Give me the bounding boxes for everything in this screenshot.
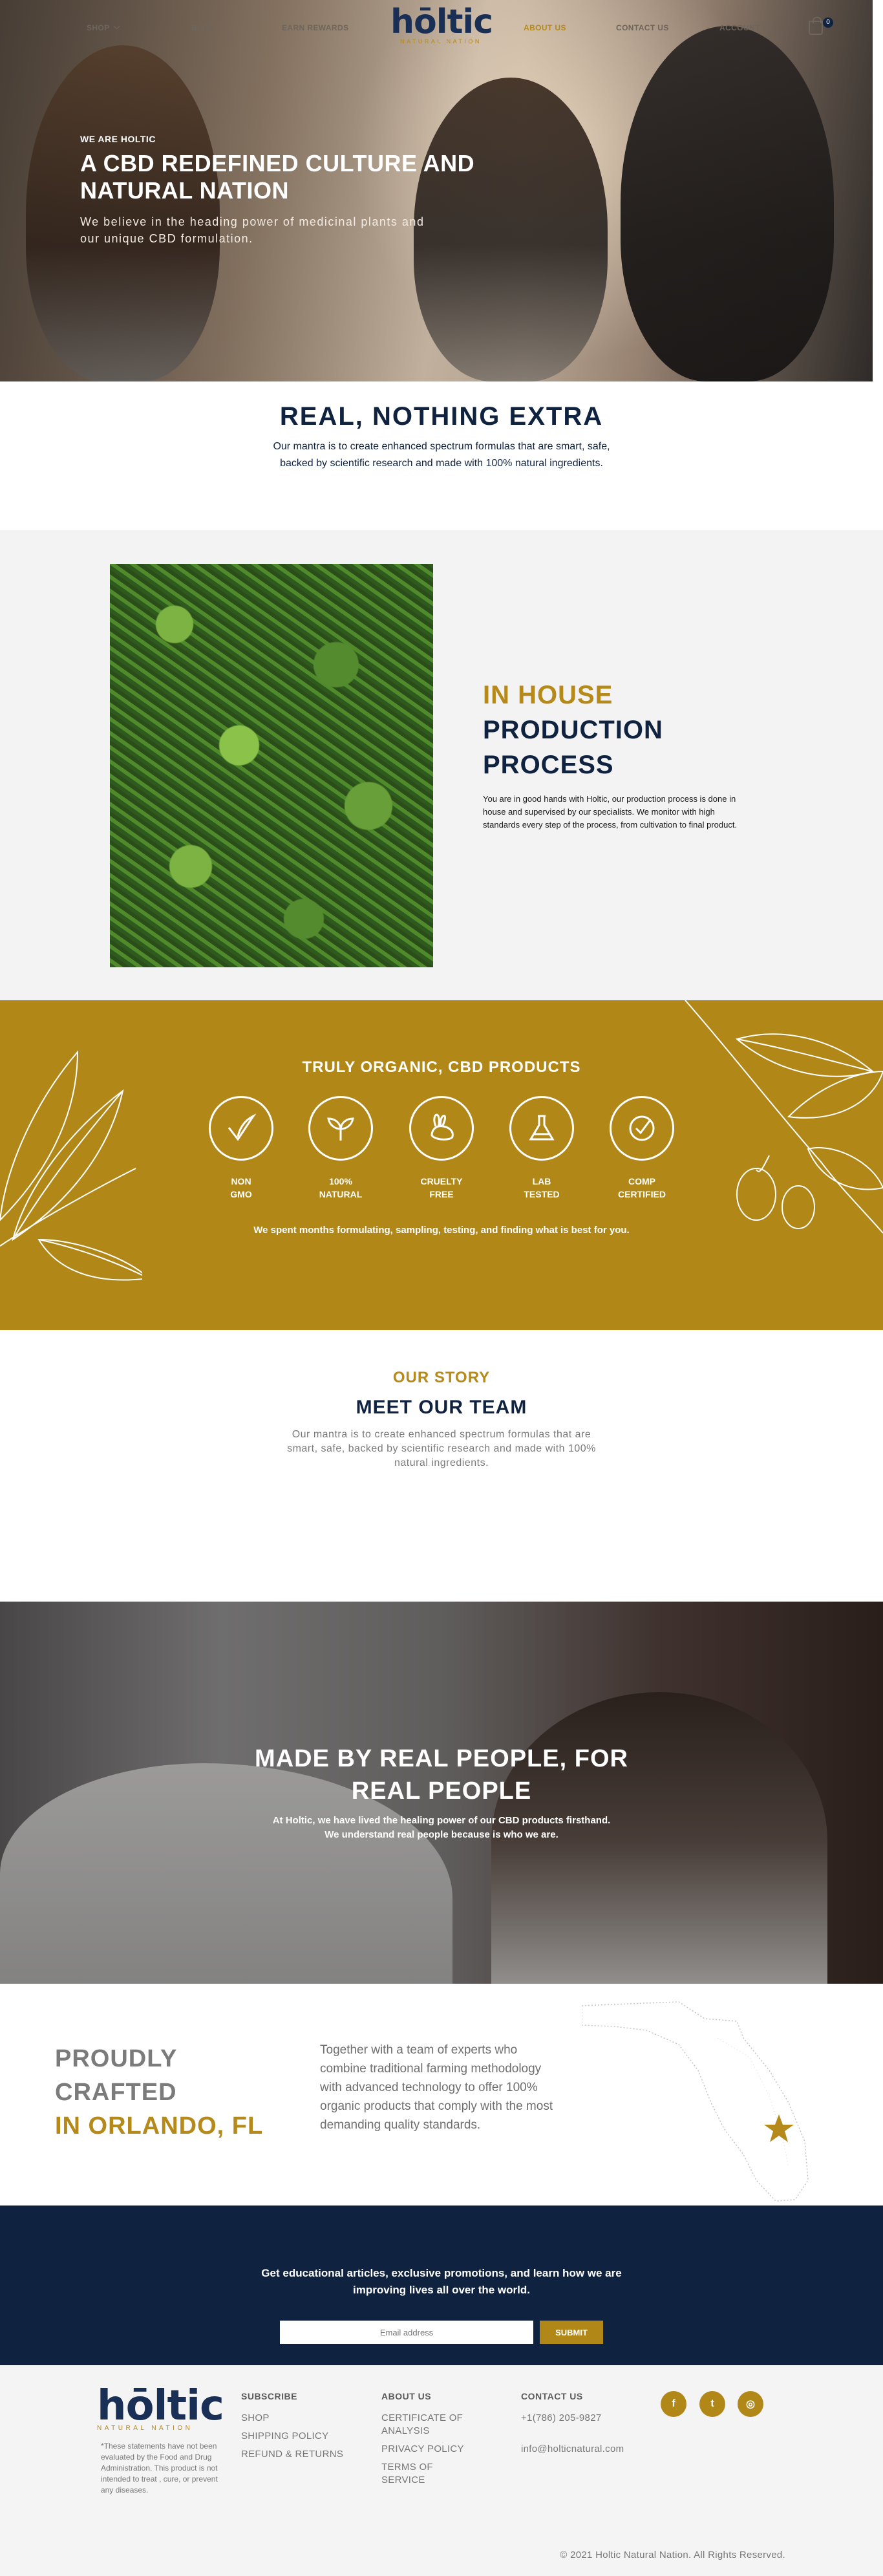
footer-link-refund[interactable]: REFUND & RETURNS [241,2448,343,2461]
badge-line2: CERTIFIED [618,1189,666,1199]
nav-shop-label: SHOP [87,23,110,32]
badge-circle [308,1096,373,1161]
footer-heading: ABOUT US [381,2391,432,2401]
badge-lab-tested: LAB TESTED [509,1096,574,1201]
real-title: REAL, NOTHING EXTRA [279,402,604,431]
footer-col-contact: CONTACT US +1(786) 205-9827 info@holticn… [521,2391,624,2461]
cart-icon[interactable] [809,17,823,35]
footer-link-terms[interactable]: TERMS OF SERVICE [381,2461,478,2487]
people-text: At Holtic, we have lived the healing pow… [272,1815,611,1840]
hero-text: We believe in the heading power of medic… [80,215,425,245]
nav-account[interactable]: ACCOUNT [719,23,771,32]
footer-link-certificate[interactable]: CERTIFICATE OF ANALYSIS [381,2412,478,2438]
sprout-icon [327,1117,354,1141]
check-leaf-icon [228,1113,257,1141]
footer-heading: CONTACT US [521,2391,583,2401]
footer-col-subscribe: SUBSCRIBE SHOP SHIPPING POLICY REFUND & … [241,2391,343,2466]
organic-title: TRULY ORGANIC, CBD PRODUCTS [302,1058,581,1076]
story-text: Our mantra is to create enhanced spectru… [287,1429,596,1468]
footer-link-privacy[interactable]: PRIVACY POLICY [381,2443,478,2456]
badge-label: CRUELTY FREE [409,1175,474,1201]
orlando-text: Together with a team of experts who comb… [320,2043,553,2132]
logo-wordmark: hōltic [97,2382,224,2430]
badge-line1: COMP [628,1176,655,1186]
nav-blog[interactable]: BLOG [191,23,215,32]
footer-phone-link[interactable]: +1(786) 205-9827 [521,2412,624,2425]
orlando-star-icon [764,2114,794,2142]
florida-map-icon [582,2001,809,2202]
inhouse-section: IN HOUSE PRODUCTION PROCESS You are in g… [0,530,883,1000]
inhouse-text: You are in good hands with Holtic, our p… [483,794,738,830]
footer-logo[interactable]: hōltic NATURAL NATION [97,2382,224,2432]
badge-line1: CRUELTY [420,1176,463,1186]
flask-icon [529,1115,555,1141]
olive-branch-right [685,1000,883,1234]
inhouse-title-main: PRODUCTION PROCESS [483,716,663,779]
logo[interactable]: hōltic NATURAL NATION [390,3,493,45]
nav-shop[interactable]: SHOP [87,23,120,32]
badge-line1: LAB [532,1176,551,1186]
logo-wordmark: hōltic [390,3,493,41]
facebook-icon[interactable]: f [661,2391,686,2417]
footer: hōltic NATURAL NATION *These statements … [0,2365,883,2576]
badge-line1: NON [231,1176,251,1186]
nav-earn-rewards[interactable]: EARN REWARDS [282,23,348,32]
badge-line1: 100% [329,1176,352,1186]
main-nav: SHOP BLOG EARN REWARDS hōltic NATURAL NA… [0,0,873,58]
people-title: MADE BY REAL PEOPLE, FOR REAL PEOPLE [255,1745,628,1805]
chevron-down-icon [763,23,771,30]
hero-eyebrow: WE ARE HOLTIC [80,134,156,144]
chevron-down-icon [113,23,120,30]
story-title: MEET OUR TEAM [356,1397,527,1418]
footer-email-link[interactable]: info@holticnatural.com [521,2443,624,2456]
hero-section: SHOP BLOG EARN REWARDS hōltic NATURAL NA… [0,0,873,381]
footer-link-shipping[interactable]: SHIPPING POLICY [241,2430,343,2443]
badge-circle [209,1096,273,1161]
rabbit-icon [431,1113,454,1141]
badge-non-gmo: NON GMO [209,1096,273,1201]
badge-line2: GMO [230,1189,252,1199]
cannabis-field-image [110,564,433,967]
organic-section: TRULY ORGANIC, CBD PRODUCTS NON GMO 100% N… [0,1000,883,1330]
organic-text: We spent months formulating, sampling, t… [253,1225,630,1236]
submit-button[interactable]: SUBMIT [540,2321,603,2344]
certified-check-icon [629,1115,655,1141]
badge-circle [409,1096,474,1161]
badge-cruelty-free: CRUELTY FREE [409,1096,474,1201]
nav-about-us[interactable]: ABOUT US [524,23,566,32]
real-text: Our mantra is to create enhanced spectru… [273,441,610,469]
newsletter-section: Get educational articles, exclusive prom… [0,2206,883,2365]
badge-circle [610,1096,674,1161]
nav-contact-us[interactable]: CONTACT US [616,23,669,32]
footer-col-about: ABOUT US CERTIFICATE OF ANALYSIS PRIVACY… [381,2391,478,2492]
twitter-icon[interactable]: t [699,2391,725,2417]
badge-label: LAB TESTED [509,1175,574,1201]
logo-tagline: NATURAL NATION [400,38,482,45]
badge-natural: 100% NATURAL [308,1096,373,1201]
newsletter-text: Get educational articles, exclusive prom… [261,2267,622,2296]
orlando-line3: IN ORLANDO, FL [55,2112,264,2140]
hero-title: A CBD REDEFINED CULTURE AND NATURAL NATI… [80,150,475,204]
story-eyebrow: OUR STORY [392,1369,491,1386]
orlando-line2: CRAFTED [55,2079,177,2106]
footer-heading: SUBSCRIBE [241,2391,297,2401]
badge-label: 100% NATURAL [308,1175,373,1201]
badge-line2: TESTED [524,1189,560,1199]
real-people-section: MADE BY REAL PEOPLE, FOR REAL PEOPLE At … [0,1602,883,1984]
instagram-icon[interactable]: ◎ [738,2391,763,2417]
inhouse-title-accent: IN HOUSE [483,681,613,709]
badge-line2: NATURAL [319,1189,363,1199]
badge-circle [509,1096,574,1161]
fda-disclaimer: *These statements have not been evaluate… [101,2442,218,2495]
badge-label: COMP CERTIFIED [610,1175,674,1201]
badge-label: NON GMO [209,1175,273,1201]
orlando-line1: PROUDLY [55,2045,178,2072]
nav-account-label: ACCOUNT [719,23,760,32]
cart-count-badge: 0 [823,17,833,28]
footer-link-shop[interactable]: SHOP [241,2412,343,2425]
badge-line2: FREE [429,1189,454,1199]
email-input[interactable] [280,2321,533,2344]
badge-comp-certified: COMP CERTIFIED [610,1096,674,1201]
copyright: © 2021 Holtic Natural Nation. All Rights… [560,2549,785,2560]
